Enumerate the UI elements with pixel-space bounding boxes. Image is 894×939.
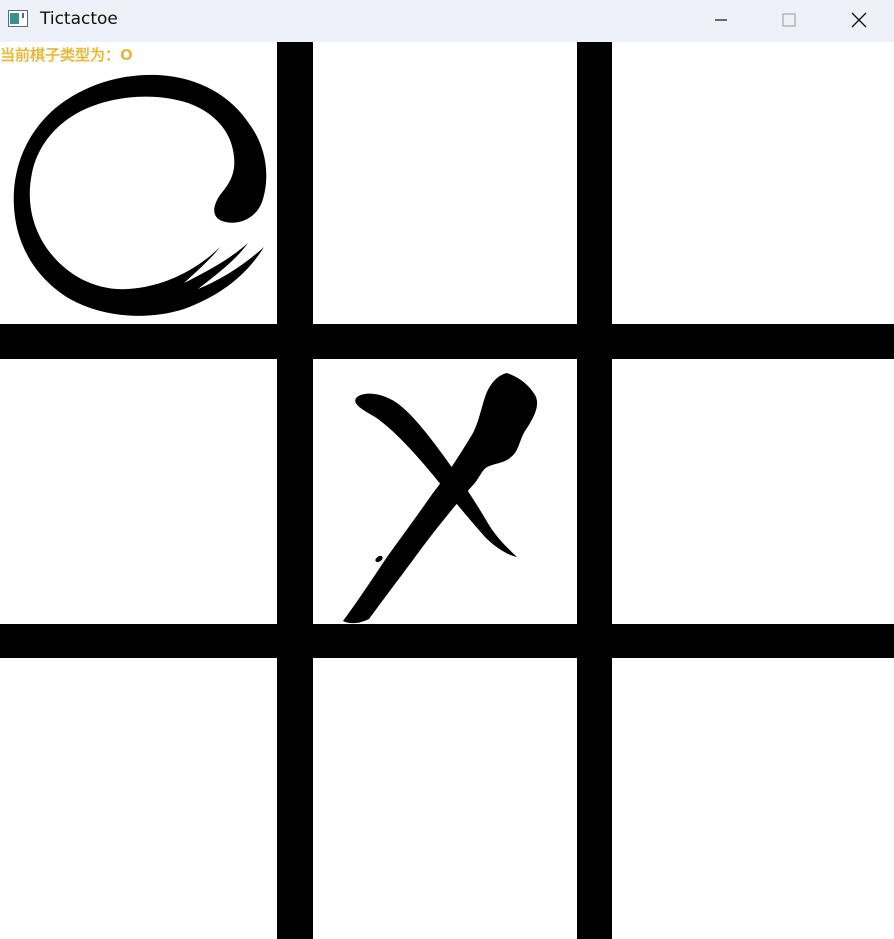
maximize-button[interactable] xyxy=(756,0,822,40)
minimize-button[interactable] xyxy=(688,0,754,40)
title-bar: Tictactoe xyxy=(0,0,894,42)
close-button[interactable] xyxy=(826,0,892,40)
board-cell-1-2[interactable] xyxy=(612,359,894,624)
board-cell-1-0[interactable] xyxy=(0,359,277,624)
maximize-icon xyxy=(782,13,796,27)
grid-line-horizontal-2 xyxy=(0,624,894,658)
close-icon xyxy=(851,12,867,28)
x-piece-icon xyxy=(343,373,538,624)
minimize-icon xyxy=(715,19,727,21)
board-cell-0-2[interactable] xyxy=(612,42,894,324)
grid-line-vertical-2 xyxy=(577,42,612,939)
game-board xyxy=(0,42,894,939)
app-icon xyxy=(8,10,28,27)
grid-line-vertical-1 xyxy=(277,42,313,939)
o-piece-icon xyxy=(13,74,267,316)
window-title: Tictactoe xyxy=(40,9,118,29)
grid-line-horizontal-1 xyxy=(0,324,894,359)
board-cell-0-1[interactable] xyxy=(313,42,577,324)
board-cell-2-1[interactable] xyxy=(313,658,577,939)
board-cell-2-2[interactable] xyxy=(612,658,894,939)
board-cell-2-0[interactable] xyxy=(0,658,277,939)
status-text: 当前棋子类型为：O xyxy=(0,46,133,64)
